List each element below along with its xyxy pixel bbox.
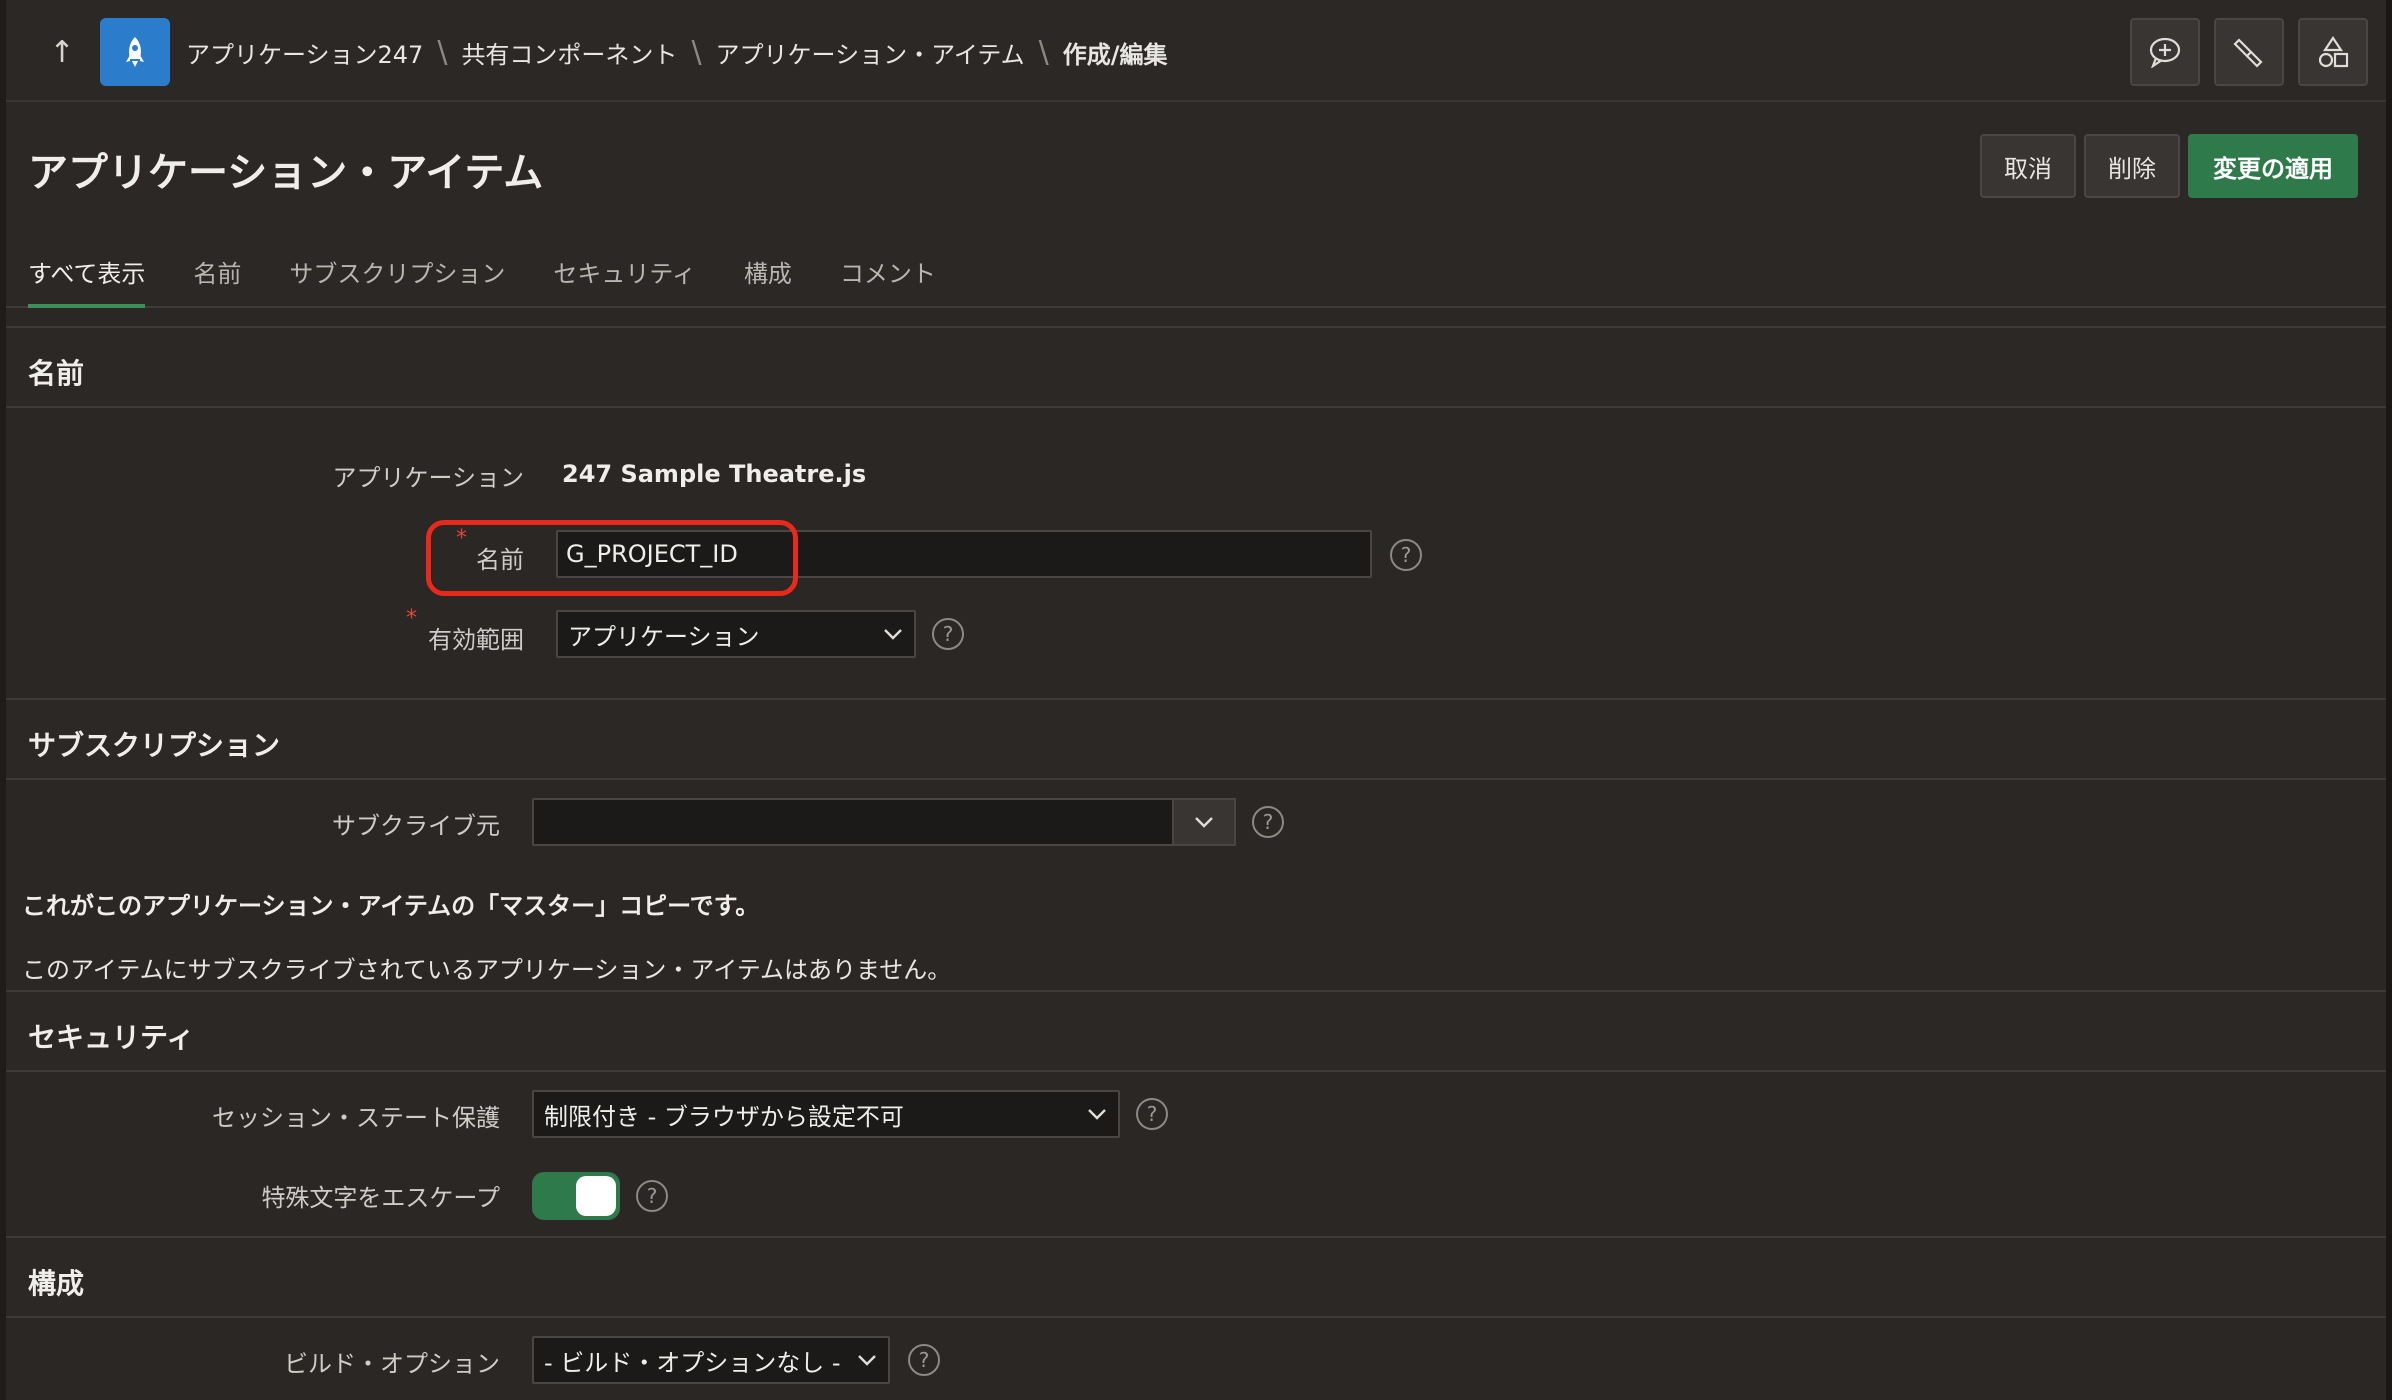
help-icon[interactable]: ? [1390,539,1422,571]
breadcrumb: アプリケーション247 \ 共有コンポーネント \ アプリケーション・アイテム … [186,30,1168,74]
section-title: 名前 [28,357,85,390]
application-value: 247 Sample Theatre.js [562,460,867,488]
section-header-subscription: サブスクリプション [6,698,2386,780]
breadcrumb-separator: \ [437,34,448,70]
comment-plus-icon [2149,37,2181,68]
title-bar: アプリケーション・アイテム 取消 削除 変更の適用 すべて表示 名前 サブスクリ… [6,102,2386,308]
required-marker: * [406,606,417,631]
section-tabs: すべて表示 名前 サブスクリプション セキュリティ 構成 コメント [28,250,984,308]
shapes-icon [2318,36,2349,68]
session-state-select[interactable]: 制限付き - ブラウザから設定不可 [532,1090,1120,1138]
tab-security[interactable]: セキュリティ [553,250,696,308]
section-title: 構成 [28,1267,85,1300]
tab-subscription[interactable]: サブスクリプション [289,250,505,308]
chevron-down-icon [884,629,902,640]
breadcrumb-shared-components[interactable]: 共有コンポーネント [461,35,677,70]
breadcrumb-separator: \ [691,34,702,70]
wrench-icon [2233,38,2263,68]
subscribe-from-dropdown-button[interactable] [1172,798,1236,846]
breadcrumb-separator: \ [1038,34,1049,70]
breadcrumb-app-items[interactable]: アプリケーション・アイテム [716,35,1025,70]
tab-show-all[interactable]: すべて表示 [28,250,146,308]
section-title: サブスクリプション [28,729,281,762]
application-label: アプリケーション [332,464,524,492]
build-option-selected-value: - ビルド・オプションなし - [544,1348,841,1377]
section-header-configuration: 構成 [6,1236,2386,1318]
subscribe-from-input[interactable] [532,798,1174,846]
help-icon[interactable]: ? [1252,806,1284,838]
up-arrow-icon[interactable]: ↑ [36,32,88,72]
tab-configuration[interactable]: 構成 [744,250,792,308]
delete-button[interactable]: 削除 [2084,134,2180,198]
help-icon[interactable]: ? [932,618,964,650]
breadcrumb-app[interactable]: アプリケーション247 [186,35,423,70]
red-highlight-box [426,520,798,596]
app-rocket-icon[interactable] [100,18,170,86]
cancel-button[interactable]: 取消 [1980,134,2076,198]
toggle-knob [576,1176,616,1216]
tab-comments[interactable]: コメント [840,250,936,308]
escape-special-chars-label: 特殊文字をエスケープ [261,1184,500,1212]
scope-selected-value: アプリケーション [568,622,760,651]
build-option-select[interactable]: - ビルド・オプションなし - [532,1336,890,1384]
build-option-label: ビルド・オプション [284,1350,500,1378]
chevron-down-icon [1088,1109,1106,1120]
section-header-name: 名前 [6,326,2386,408]
subscribe-from-label: サブクライブ元 [332,812,500,840]
chevron-down-icon [1195,817,1213,828]
section-header-security: セキュリティ [6,990,2386,1072]
top-header: ↑ アプリケーション247 \ 共有コンポーネント \ アプリケーション・アイテ… [6,0,2386,102]
shared-components-button[interactable] [2298,18,2368,86]
help-icon[interactable]: ? [636,1180,668,1212]
breadcrumb-current: 作成/編集 [1062,40,1168,69]
section-title: セキュリティ [28,1021,195,1054]
scope-label: 有効範囲 [428,626,524,654]
master-copy-text: これがこのアプリケーション・アイテムの「マスター」コピーです。 [22,892,760,920]
session-state-selected-value: 制限付き - ブラウザから設定不可 [544,1102,904,1131]
utilities-button[interactable] [2214,18,2284,86]
tab-name[interactable]: 名前 [193,250,241,308]
right-edge [2386,0,2392,1400]
no-subscribers-text: このアイテムにサブスクライブされているアプリケーション・アイテムはありません。 [22,956,952,984]
page: ↑ アプリケーション247 \ 共有コンポーネント \ アプリケーション・アイテ… [0,0,2392,1400]
page-title: アプリケーション・アイテム [28,150,544,196]
comment-button[interactable] [2130,18,2200,86]
help-icon[interactable]: ? [908,1344,940,1376]
chevron-down-icon [858,1355,876,1366]
escape-special-chars-toggle[interactable] [532,1172,620,1220]
apply-changes-button[interactable]: 変更の適用 [2188,134,2358,198]
session-state-label: セッション・ステート保護 [212,1104,500,1132]
scope-select[interactable]: アプリケーション [556,610,916,658]
help-icon[interactable]: ? [1136,1098,1168,1130]
